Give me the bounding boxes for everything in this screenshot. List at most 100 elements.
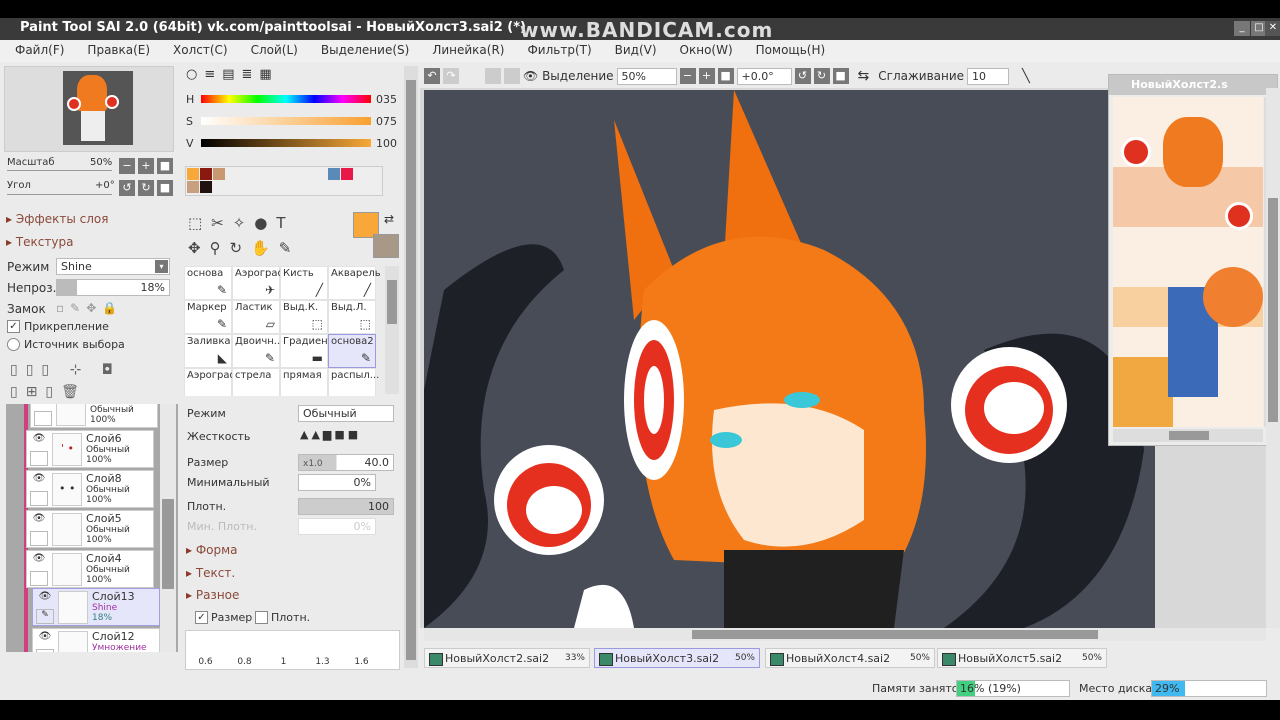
hue-slider[interactable] <box>201 95 371 103</box>
navigator[interactable] <box>4 66 174 152</box>
saturation-slider[interactable] <box>201 117 371 125</box>
navigation-tools[interactable]: ✥⚲↻✋✎ <box>188 239 300 257</box>
secondary-color[interactable] <box>373 234 399 258</box>
size-pressure-checkbox[interactable]: ✓ <box>195 611 208 624</box>
swap-colors-icon[interactable]: ⇄ <box>384 212 394 226</box>
min-size-slider[interactable]: 0% <box>298 474 376 491</box>
texture-section[interactable]: Текстура <box>6 235 74 249</box>
menu-help[interactable]: Помощь(H) <box>741 40 834 62</box>
zoom-in-button[interactable]: + <box>138 158 154 174</box>
tool-brush[interactable]: Кисть ╱ <box>280 266 328 300</box>
smoothing-select[interactable]: 10 <box>967 67 1010 85</box>
zoom-out-button[interactable]: − <box>679 68 696 84</box>
canvas-vscrollbar[interactable] <box>1266 88 1280 628</box>
misc-section[interactable]: Разное <box>186 588 240 602</box>
selection-tools[interactable]: ⬚✂✧●T <box>188 214 295 232</box>
layer-scrollbar[interactable] <box>160 404 176 652</box>
blend-mode-select[interactable]: Shine ▾ <box>56 258 170 275</box>
preset[interactable]: 1.3 <box>303 631 342 669</box>
tool-osnova2[interactable]: основа2 ✎ <box>328 334 376 368</box>
zoom-select[interactable]: 50% <box>616 67 677 85</box>
redo-button[interactable]: ↷ <box>443 68 459 84</box>
zoom-out-button[interactable]: − <box>119 158 135 174</box>
close-button[interactable]: ✕ <box>1265 21 1280 36</box>
panel-scrollbar[interactable] <box>404 66 418 668</box>
menu-layer[interactable]: Слой(L) <box>236 40 306 62</box>
color-swatches[interactable] <box>185 166 383 196</box>
layer-item[interactable]: 👁 Слой4 Обычный 100% <box>26 550 154 588</box>
tool-spray[interactable]: распыл... <box>328 368 379 396</box>
tool-gradient[interactable]: Градиент ▬ <box>280 334 334 368</box>
canvas-tab[interactable]: НовыйХолст5.sai2 50% <box>937 648 1107 668</box>
rotate-left-button[interactable]: ↺ <box>794 68 811 84</box>
density-pressure-checkbox[interactable] <box>255 611 268 624</box>
menu-file[interactable]: Файл(F) <box>0 40 72 62</box>
rotate-reset-button[interactable]: ■ <box>157 180 173 196</box>
layer-effects-section[interactable]: Эффекты слоя <box>6 212 109 226</box>
tool-osnova[interactable]: основа ✎ <box>184 266 232 300</box>
layer-item[interactable]: 👁 ' • Слой6 Обычный 100% <box>26 430 154 468</box>
preset[interactable]: 1 <box>264 631 303 669</box>
menu-ruler[interactable]: Линейка(R) <box>417 40 512 62</box>
preset[interactable]: 0.6 <box>186 631 225 669</box>
menu-selection[interactable]: Выделение(S) <box>306 40 417 62</box>
tool-binary[interactable]: Двоичн... ✎ <box>232 334 283 368</box>
opacity-slider[interactable]: 18% <box>56 279 170 296</box>
zoom-in-button[interactable]: + <box>698 68 715 84</box>
layer-list[interactable]: Обычный 100% 👁 ' • Слой6 Обычный 100% 👁 • • Сло… <box>6 404 178 652</box>
source-radio[interactable] <box>7 338 20 351</box>
zoom-reset-button[interactable]: ■ <box>157 158 173 174</box>
brush-mode-select[interactable]: Обычный <box>298 405 394 422</box>
floating-hscroll[interactable] <box>1113 429 1263 442</box>
angle-select[interactable]: +0.0° <box>736 67 792 85</box>
color-mode-buttons[interactable]: ○≡▤≣▦ <box>186 67 279 82</box>
tool-eraser[interactable]: Ластик ▱ <box>232 300 280 334</box>
preset[interactable]: 0.8 <box>225 631 264 669</box>
text-section[interactable]: Текст. <box>186 566 235 580</box>
shape-section[interactable]: Форма <box>186 543 238 557</box>
layer-buttons-row1[interactable]: ▯▯▯ ⊹ ◘ <box>10 362 121 378</box>
undo-button[interactable]: ↶ <box>424 68 440 84</box>
tool-watercolor[interactable]: Акварель ╱ <box>328 266 381 300</box>
density-slider[interactable]: 100 <box>298 498 394 515</box>
canvas-tab-active[interactable]: НовыйХолст3.sai2 50% <box>594 648 760 668</box>
rotate-reset-button[interactable]: ■ <box>832 68 849 84</box>
angle-slider[interactable] <box>7 194 112 195</box>
min-density-slider[interactable]: 0% <box>298 518 376 535</box>
layer-item-selected[interactable]: 👁 ✎ Слой13 Shine 18% <box>32 588 160 626</box>
canvas-hscrollbar[interactable] <box>424 628 1266 641</box>
menu-edit[interactable]: Правка(E) <box>72 40 158 62</box>
artwork-canvas[interactable] <box>424 90 1164 628</box>
lock-icons[interactable]: ▫✎✥🔒 <box>56 301 123 315</box>
floating-canvas-window[interactable]: НовыйХолст2.s <box>1108 74 1278 446</box>
tool-select-eraser[interactable]: Выд.Л. ⬚ <box>328 300 376 334</box>
floating-window-title[interactable]: НовыйХолст2.s <box>1109 75 1277 95</box>
invert-button[interactable] <box>504 68 520 84</box>
layer-item[interactable]: Обычный 100% <box>30 404 158 428</box>
clip-checkbox[interactable]: ✓ <box>7 320 20 333</box>
preset[interactable]: 1.6 <box>342 631 381 669</box>
line-tool-icon[interactable]: ╲ <box>1012 69 1030 84</box>
menu-canvas[interactable]: Холст(C) <box>158 40 236 62</box>
tool-fill[interactable]: Заливка ◣ <box>184 334 232 368</box>
canvas-tab[interactable]: НовыйХолст2.sai2 33% <box>424 648 590 668</box>
value-slider[interactable] <box>201 139 371 147</box>
tool-airbrush2[interactable]: Аэрограф <box>184 368 238 396</box>
menu-view[interactable]: Вид(V) <box>600 40 665 62</box>
layer-buttons-row2[interactable]: ▯⊞▯🗑 <box>10 384 87 400</box>
tool-select-pen[interactable]: Выд.К. ⬚ <box>280 300 328 334</box>
minimize-button[interactable]: _ <box>1234 21 1250 36</box>
tool-scrollbar[interactable] <box>385 266 399 394</box>
hardness-selector[interactable]: ▲▲▆■■ <box>300 428 361 441</box>
tool-arrow[interactable]: стрела <box>232 368 280 396</box>
canvas-tab[interactable]: НовыйХолст4.sai2 50% <box>765 648 935 668</box>
tool-airbrush[interactable]: Аэрограф ✈ <box>232 266 286 300</box>
layer-item[interactable]: 👁 • • Слой8 Обычный 100% <box>26 470 154 508</box>
flip-icon[interactable]: ⇆ <box>852 68 876 84</box>
deselect-button[interactable] <box>485 68 501 84</box>
rotate-right-button[interactable]: ↻ <box>138 180 154 196</box>
menu-filter[interactable]: Фильтр(T) <box>512 40 599 62</box>
menu-window[interactable]: Окно(W) <box>665 40 741 62</box>
tool-marker[interactable]: Маркер ✎ <box>184 300 232 334</box>
size-slider[interactable]: x1.0 40.0 <box>298 454 394 471</box>
